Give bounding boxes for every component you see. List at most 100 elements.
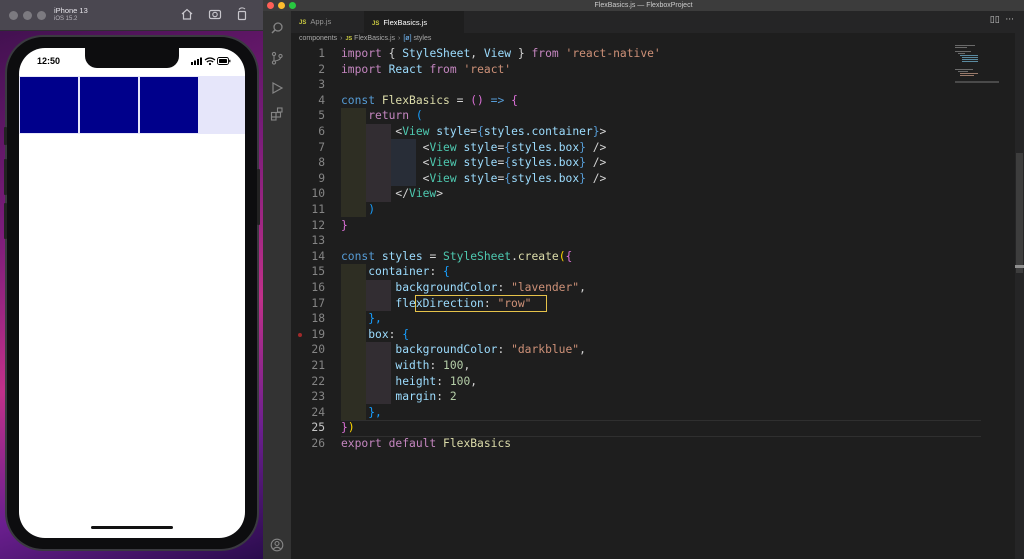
minimize-window-button[interactable]	[23, 11, 32, 20]
code-token: create	[517, 249, 559, 263]
close-window-button[interactable]	[9, 11, 18, 20]
code-token: ,	[579, 343, 586, 357]
screenshot-icon[interactable]	[208, 7, 222, 21]
home-indicator[interactable]	[91, 526, 173, 529]
code-token: View	[429, 156, 457, 170]
code-line: 6 <View style={styles.container}>	[291, 124, 991, 140]
phone-screen[interactable]: 12:50	[19, 48, 245, 538]
code-token: >	[436, 187, 444, 201]
code-token: <View style={styles.box} />	[341, 155, 607, 171]
zoom-window-button[interactable]	[37, 11, 46, 20]
code-token: styles.box	[511, 140, 580, 154]
code-token: "lavender"	[511, 281, 580, 294]
code-token: {	[477, 125, 484, 138]
code-line: 26 export default FlexBasics	[291, 436, 991, 452]
code-line: 25})	[291, 420, 991, 436]
split-editor-icon[interactable]: ▯▯	[990, 15, 1000, 25]
code-token: :	[429, 265, 444, 279]
line-number: 16	[311, 281, 325, 294]
code-token: ()	[470, 93, 484, 107]
rotate-icon[interactable]	[235, 7, 249, 21]
code-token: View	[429, 140, 457, 154]
code-token: backgroundColor: "darkblue",	[341, 342, 586, 358]
code-token: )	[368, 203, 376, 216]
code-token: backgroundColor: "lavender",	[341, 280, 585, 296]
code-token: }	[579, 140, 586, 154]
code-token: />	[585, 171, 607, 185]
code-line: 16 backgroundColor: "lavender",	[291, 280, 991, 296]
run-debug-icon[interactable]	[270, 81, 284, 95]
code-token: return (	[341, 108, 422, 124]
code-token: :	[497, 343, 512, 357]
search-icon[interactable]	[270, 21, 284, 35]
code-token: height	[395, 374, 437, 388]
extensions-icon[interactable]	[270, 107, 284, 121]
account-icon[interactable]	[270, 538, 284, 552]
code-token: )	[341, 202, 375, 218]
code-token: 100	[443, 359, 464, 372]
more-actions-icon[interactable]: ···	[1005, 15, 1014, 25]
code-token: export default FlexBasics	[341, 436, 511, 452]
code-token: </View>	[341, 186, 443, 202]
line-number: 12	[311, 218, 325, 232]
tab-flexbasics-js[interactable]: JS FlexBasics.js	[364, 11, 464, 34]
code-line: 3	[291, 77, 991, 93]
editor-scrollbar[interactable]	[1015, 33, 1024, 559]
close-window-button[interactable]	[267, 2, 274, 9]
line-number: 19	[311, 327, 325, 341]
home-icon[interactable]	[180, 7, 194, 21]
code-token: height: 100,	[341, 374, 477, 390]
code-line: 17 flexDirection: "row"	[291, 296, 991, 312]
variable-symbol-icon: [ø]	[403, 35, 412, 42]
volume-down-button	[4, 203, 7, 239]
code-token: }	[579, 156, 586, 170]
code-token: box: {	[341, 327, 409, 343]
code-token: =>	[483, 93, 512, 107]
code-token: backgroundColor	[395, 281, 498, 294]
code-token: flexDirection: "row"	[341, 296, 531, 312]
code-token: View	[409, 187, 437, 201]
source-control-icon[interactable]	[270, 51, 284, 65]
code-token: },	[368, 405, 382, 419]
code-token: }	[592, 125, 600, 138]
code-line: 23 margin: 2	[291, 389, 991, 405]
line-number: 24	[311, 405, 325, 419]
breadcrumb-file[interactable]: FlexBasics.js	[354, 35, 395, 42]
line-number: 1	[318, 47, 325, 60]
breadcrumb-folder[interactable]: components	[299, 35, 337, 42]
breadcrumb: components › JS FlexBasics.js › [ø] styles	[299, 35, 432, 42]
vscode-window: FlexBasics.js — FlexboxProject JS App.js…	[263, 0, 1024, 559]
code-token: box	[368, 327, 389, 341]
code-line: 18 },	[291, 311, 991, 327]
minimize-window-button[interactable]	[278, 2, 285, 9]
tab-app-js[interactable]: JS App.js	[291, 11, 371, 33]
zoom-window-button[interactable]	[289, 2, 296, 9]
code-token: :	[497, 281, 512, 294]
wifi-icon	[204, 57, 216, 66]
battery-icon	[217, 57, 231, 65]
code-line: 5 return (	[291, 108, 991, 124]
code-token: },	[341, 405, 382, 421]
flex-container-view	[19, 76, 245, 134]
notch	[85, 48, 179, 68]
code-token: import	[341, 47, 382, 60]
code-token: container: {	[341, 264, 450, 280]
code-line: 20 backgroundColor: "darkblue",	[291, 342, 991, 358]
code-token: FlexBasics	[381, 93, 450, 107]
code-editor[interactable]: 1 import { StyleSheet, View } from 'react…	[291, 46, 991, 559]
scrollbar-thumb[interactable]	[1016, 153, 1023, 273]
line-number: 15	[311, 265, 325, 279]
line-number: 25	[311, 421, 325, 435]
activity-bar	[263, 11, 291, 559]
code-line: 7 <View style={styles.box} />	[291, 140, 991, 156]
iphone-frame: 12:50	[4, 37, 260, 549]
code-line: 10 </View>	[291, 186, 991, 202]
line-number: 11	[311, 203, 325, 216]
code-token: 100	[449, 374, 471, 388]
breadcrumb-symbol[interactable]: styles	[413, 35, 431, 42]
line-number: 17	[311, 296, 325, 310]
code-token: styles.box	[511, 156, 580, 170]
code-token: import React from 'react'	[341, 62, 511, 78]
minimap[interactable]	[955, 44, 1010, 84]
code-token: return	[368, 109, 410, 123]
